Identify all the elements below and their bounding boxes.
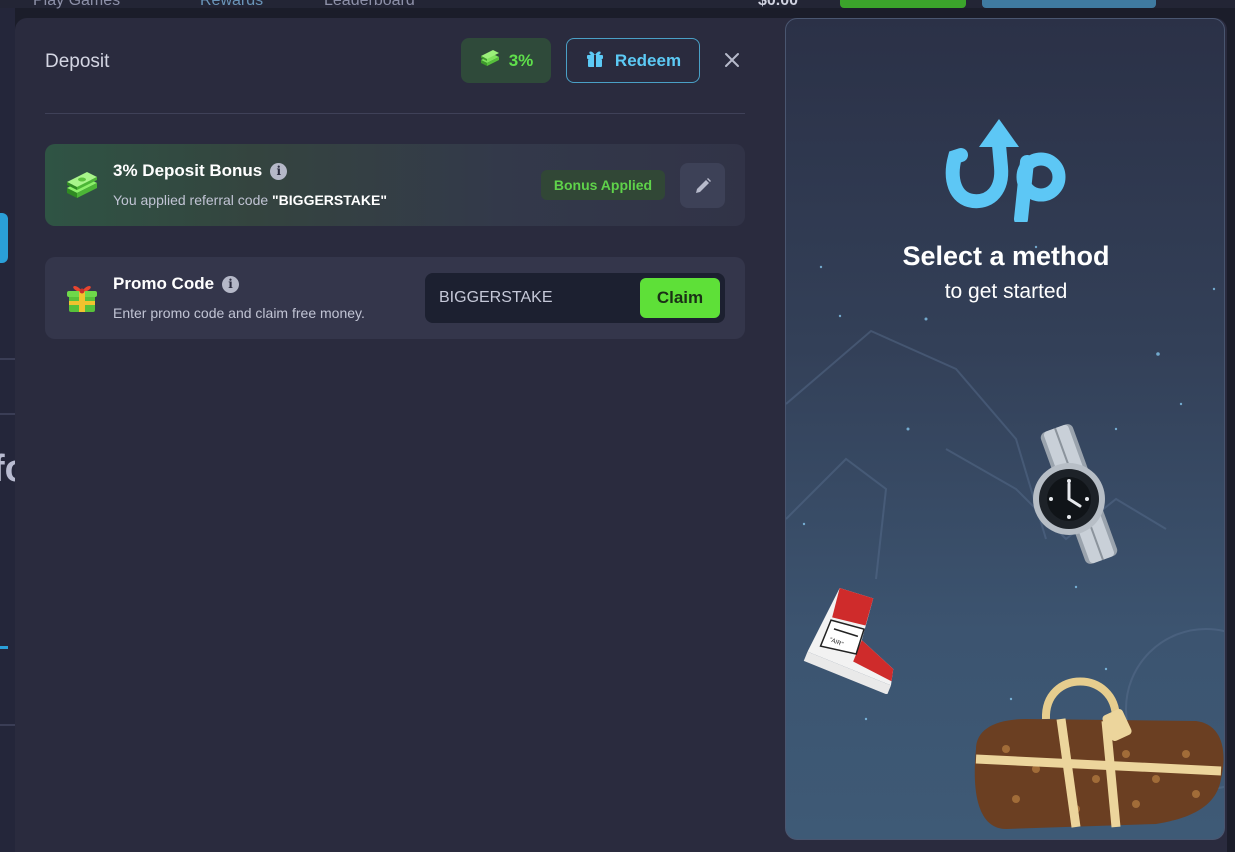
method-promo-panel: Select a method to get started "AIR" [785,18,1225,840]
bg-divider [0,646,8,649]
bg-divider [0,413,15,415]
deposit-bonus-card: 3% Deposit Bonus i You applied referral … [45,144,745,226]
promo-code-card: Promo Code i Enter promo code and claim … [45,257,745,339]
panel-title: Select a method [902,241,1110,271]
bonus-title: 3% Deposit Bonus [113,161,263,180]
pencil-icon [695,177,711,193]
bonus-subtitle: You applied referral code "BIGGERSTAKE" [113,192,387,208]
redeem-button[interactable]: Redeem [566,38,700,83]
promo-code-input[interactable] [439,285,629,311]
up-logo-icon [945,119,1066,222]
bg-nav-play-games: Play Games [33,0,121,9]
background-left-strip: fo [0,8,28,852]
watch-image [1033,424,1118,564]
bg-nav-leaderboard: Leaderboard [324,0,415,9]
info-icon[interactable]: i [270,162,288,180]
bonus-title-row: 3% Deposit Bonus i [113,161,288,181]
bonus-subtitle-text: You applied referral code [113,192,273,208]
bg-left-figure [0,213,8,263]
duffel-bag-image [974,677,1224,829]
close-button[interactable] [720,48,744,72]
modal-title: Deposit [45,51,110,72]
promo-input-container: Claim [425,273,725,323]
promo-title-row: Promo Code i [113,274,240,294]
cash-stack-icon [479,48,501,73]
panel-subtitle: to get started [944,280,1068,303]
close-icon [725,53,739,67]
promo-subtitle: Enter promo code and claim free money. [113,305,365,321]
promo-title: Promo Code [113,274,215,293]
sneaker-image: "AIR" [803,588,894,694]
claim-button[interactable]: Claim [640,278,720,318]
redeem-label: Redeem [614,50,682,70]
bg-balance: $0.00 [758,0,799,9]
cash-stack-icon [67,172,97,198]
bg-nav-rewards: Rewards [200,0,264,9]
bg-divider [0,358,15,360]
bg-divider [0,724,15,726]
edit-referral-button[interactable] [680,163,725,208]
bg-marketplace-button [982,0,1156,8]
bonus-percent-pill[interactable]: 3% [461,38,551,83]
present-box-icon [67,285,97,312]
header-divider [45,113,745,114]
bonus-applied-badge: Bonus Applied [541,170,665,200]
bg-deposit-button [840,0,966,8]
deposit-modal: Deposit 3% Redeem 3% Deposit Bonus i You… [15,18,1227,852]
gift-icon [585,48,605,73]
referral-code: "BIGGERSTAKE" [272,192,387,208]
info-icon[interactable]: i [222,275,240,293]
bonus-percent-label: 3% [508,50,534,70]
